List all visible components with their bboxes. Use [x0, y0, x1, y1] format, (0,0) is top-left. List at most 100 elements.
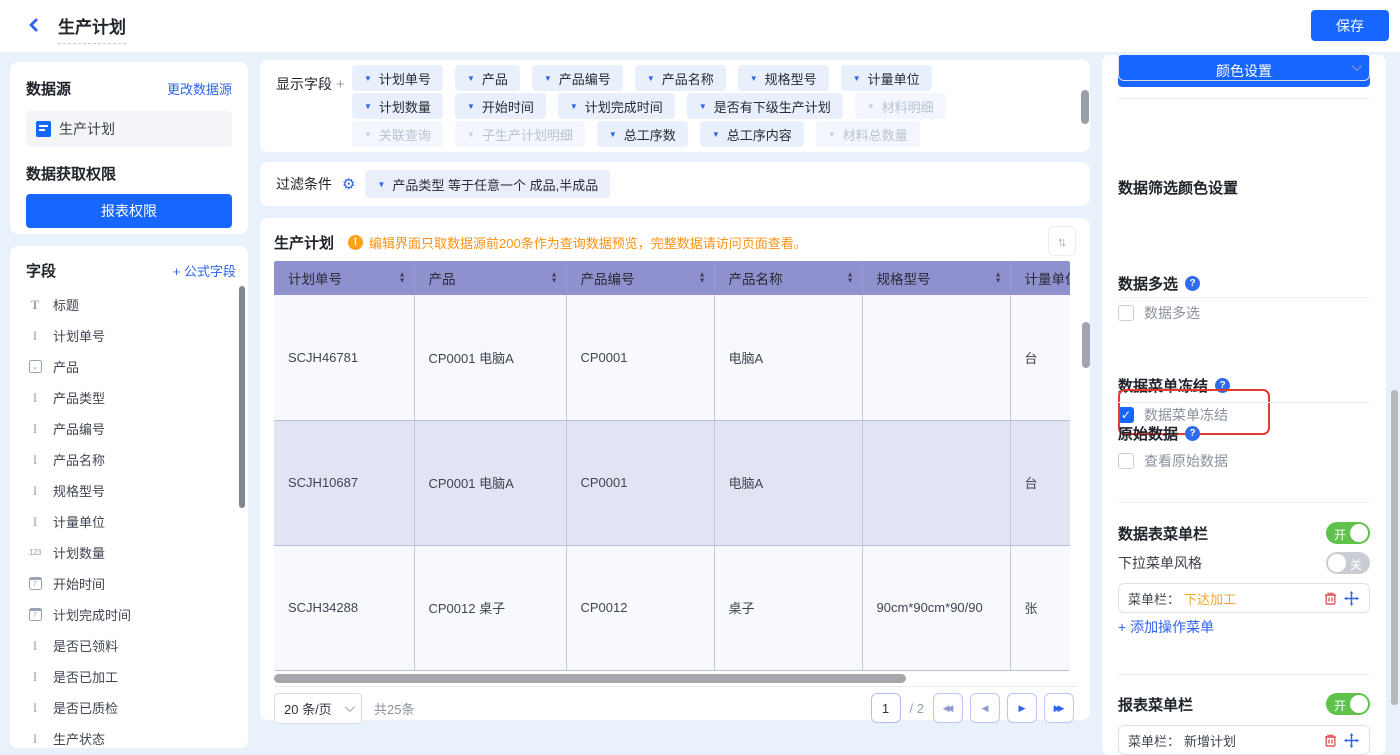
report-menubar-row: 报表菜单栏 开 [1118, 693, 1370, 715]
next-page-button[interactable]: ▶ [1007, 693, 1037, 723]
prev-page-button[interactable]: ◀ [970, 693, 1000, 723]
page-scrollbar[interactable] [1391, 390, 1398, 705]
total-pages: / 2 [910, 701, 924, 716]
display-field-tag[interactable]: ▼材料总数量 [816, 121, 920, 147]
sort-arrows-icon[interactable]: ▲▼ [699, 273, 706, 284]
caret-down-icon: ▼ [467, 74, 475, 83]
table-vertical-scrollbar[interactable] [1082, 322, 1090, 368]
column-header[interactable]: 计量单位 [1010, 261, 1070, 295]
fields-list: T标题I计划单号⌄产品I产品类型I产品编号I产品名称I规格型号I计量单位123计… [26, 289, 236, 748]
field-item[interactable]: T标题 [26, 289, 236, 320]
caret-down-icon: ▼ [467, 102, 475, 111]
first-page-button[interactable]: ◀◀ [933, 693, 963, 723]
table-row[interactable]: SCJH10687CP0001 电脑ACP0001电脑A台 [274, 420, 1070, 545]
field-item[interactable]: I是否已加工 [26, 661, 236, 692]
caret-down-icon: ▼ [609, 130, 617, 139]
filter-condition-tag[interactable]: ▼ 产品类型 等于任意一个 成品,半成品 [365, 170, 610, 198]
display-field-tag[interactable]: ▼总工序内容 [700, 121, 804, 147]
sort-arrows-icon[interactable]: ▲▼ [551, 273, 558, 284]
table-row[interactable]: SCJH46781CP0001 电脑ACP0001电脑A台 [274, 295, 1070, 420]
field-item[interactable]: I生产状态 [26, 723, 236, 748]
column-header[interactable]: 产品名称▲▼ [714, 261, 862, 295]
table-horizontal-scrollbar[interactable] [274, 674, 1070, 683]
display-field-tag[interactable]: ▼开始时间 [455, 93, 546, 119]
help-icon[interactable]: ? [1215, 378, 1230, 393]
add-display-field-button[interactable]: + [336, 76, 345, 93]
field-item[interactable]: I产品类型 [26, 382, 236, 413]
add-formula-field-link[interactable]: + 公式字段 [173, 261, 236, 280]
display-field-tag[interactable]: ▼产品名称 [635, 65, 726, 91]
column-header[interactable]: 规格型号▲▼ [862, 261, 1010, 295]
table-title: 生产计划 [274, 232, 334, 253]
dropdown-style-toggle[interactable]: 关 [1326, 552, 1370, 574]
table-menubar-toggle[interactable]: 开 [1326, 522, 1370, 544]
field-item[interactable]: 123计划数量 [26, 537, 236, 568]
display-field-tag[interactable]: ▼总工序数 [597, 121, 688, 147]
gear-icon[interactable]: ⚙ [342, 175, 355, 193]
datasource-item[interactable]: 生产计划 [26, 111, 232, 147]
display-field-tag[interactable]: ▼计划数量 [352, 93, 443, 119]
field-item[interactable]: I产品名称 [26, 444, 236, 475]
report-menu-item[interactable]: 菜单栏： 新增计划 [1118, 725, 1370, 755]
sort-arrows-icon[interactable]: ▲▼ [995, 273, 1002, 284]
display-field-tag[interactable]: ▼产品编号 [532, 65, 623, 91]
table-cell: SCJH34288 [274, 545, 414, 670]
tag-label: 产品编号 [559, 69, 611, 88]
add-action-menu-link[interactable]: + 添加操作菜单 [1118, 617, 1370, 637]
column-header[interactable]: 计划单号▲▼ [274, 261, 414, 295]
field-label: 产品类型 [53, 388, 105, 407]
move-icon[interactable] [1343, 732, 1360, 749]
delete-icon[interactable] [1322, 732, 1339, 749]
sort-arrows-icon[interactable]: ▲▼ [399, 273, 406, 284]
table-menubar-row: 数据表菜单栏 开 [1118, 522, 1370, 544]
sort-arrows-icon[interactable]: ▲▼ [847, 273, 854, 284]
display-field-tag[interactable]: ▼关联查询 [352, 121, 443, 147]
change-datasource-link[interactable]: 更改数据源 [167, 79, 232, 98]
save-button[interactable]: 保存 [1311, 10, 1389, 41]
display-field-tag[interactable]: ▼材料明细 [855, 93, 946, 119]
page-number-input[interactable]: 1 [871, 693, 901, 723]
column-header[interactable]: 产品编号▲▼ [566, 261, 714, 295]
multi-select-checkbox[interactable] [1118, 305, 1134, 321]
table-cell: CP0012 [566, 545, 714, 670]
field-item[interactable]: I是否已质检 [26, 692, 236, 723]
sort-button[interactable]: ↑↓ [1048, 226, 1076, 256]
last-page-button[interactable]: ▶▶ [1044, 693, 1074, 723]
table-row[interactable]: SCJH34288CP0012 桌子CP0012桌子90cm*90cm*90/9… [274, 545, 1070, 670]
field-item[interactable]: 7计划完成时间 [26, 599, 236, 630]
menu-freeze-checkbox[interactable]: ✓ [1118, 407, 1134, 423]
field-item[interactable]: I计量单位 [26, 506, 236, 537]
field-item[interactable]: 7开始时间 [26, 568, 236, 599]
back-icon[interactable] [26, 17, 44, 35]
help-icon[interactable]: ? [1185, 426, 1200, 441]
report-permission-button[interactable]: 报表权限 [26, 194, 232, 228]
action-menu-value[interactable]: 下达加工 [1184, 589, 1236, 608]
action-menu-item[interactable]: 菜单栏： 下达加工 [1118, 583, 1370, 613]
column-header[interactable]: 产品▲▼ [414, 261, 566, 295]
settings-select[interactable] [1118, 55, 1370, 81]
caret-down-icon: ▼ [467, 130, 475, 139]
display-field-tag[interactable]: ▼计划完成时间 [558, 93, 675, 119]
report-menubar-toggle[interactable]: 开 [1326, 693, 1370, 715]
display-field-tag[interactable]: ▼是否有下级生产计划 [687, 93, 843, 119]
field-item[interactable]: I规格型号 [26, 475, 236, 506]
field-label: 生产状态 [53, 729, 105, 748]
report-menu-value[interactable]: 新增计划 [1184, 731, 1236, 750]
delete-icon[interactable] [1322, 590, 1339, 607]
help-icon[interactable]: ? [1185, 276, 1200, 291]
move-icon[interactable] [1343, 590, 1360, 607]
field-item[interactable]: I产品编号 [26, 413, 236, 444]
display-field-tag[interactable]: ▼产品 [455, 65, 520, 91]
select-icon: ⌄ [26, 360, 44, 373]
fields-scrollbar[interactable] [239, 286, 245, 508]
display-field-tag[interactable]: ▼规格型号 [738, 65, 829, 91]
display-field-tag[interactable]: ▼子生产计划明细 [455, 121, 585, 147]
field-item[interactable]: I计划单号 [26, 320, 236, 351]
display-field-tag[interactable]: ▼计划单号 [352, 65, 443, 91]
display-field-tag[interactable]: ▼计量单位 [841, 65, 932, 91]
field-item[interactable]: I是否已领料 [26, 630, 236, 661]
page-size-select[interactable]: 20 条/页 [274, 693, 362, 724]
field-item[interactable]: ⌄产品 [26, 351, 236, 382]
main-scrollbar[interactable] [1081, 90, 1089, 124]
raw-data-checkbox[interactable] [1118, 453, 1134, 469]
